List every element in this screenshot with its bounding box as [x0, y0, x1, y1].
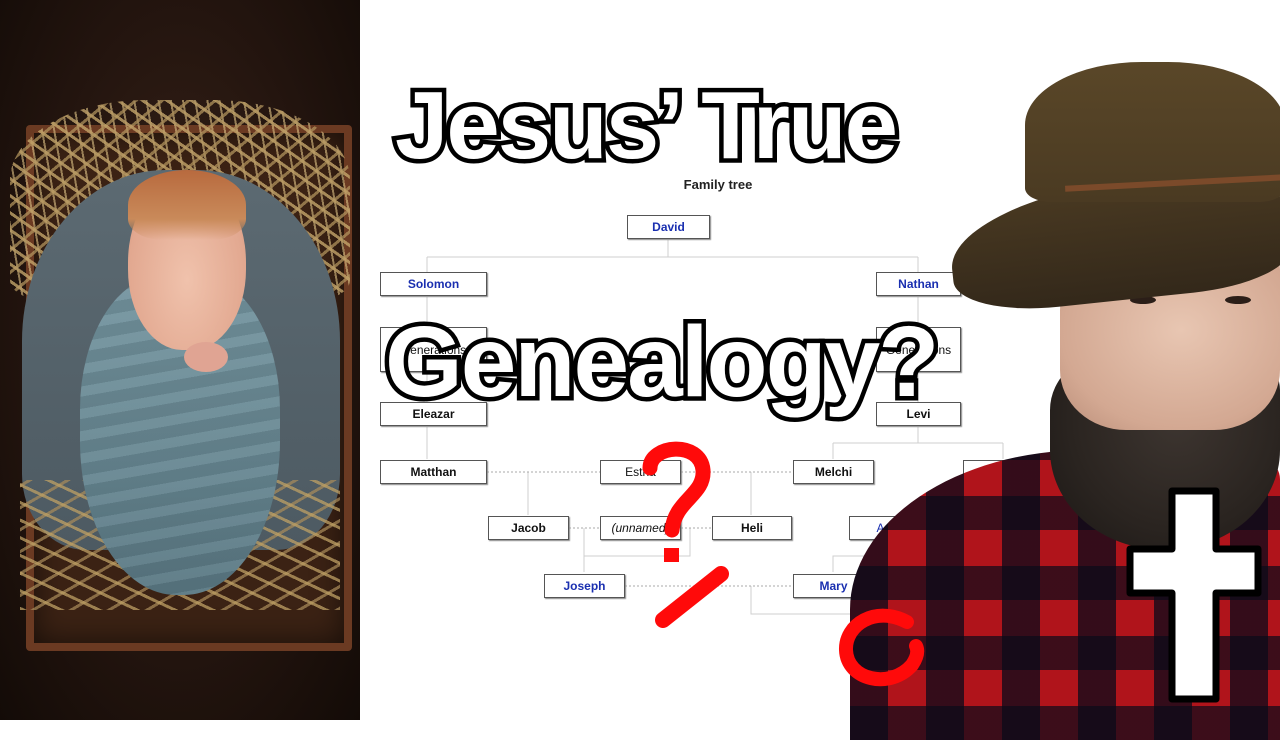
baby-manger-photo	[0, 0, 360, 720]
right-eye	[1225, 296, 1251, 304]
headline-line-2: Genealogy?	[380, 306, 943, 418]
baby-hair	[128, 170, 246, 240]
node-solomon[interactable]: Solomon	[380, 272, 487, 296]
node-estha[interactable]: Estha	[600, 460, 681, 484]
node-joseph[interactable]: Joseph	[544, 574, 625, 598]
node-jacob[interactable]: Jacob	[488, 516, 569, 540]
node-heli[interactable]: Heli	[712, 516, 792, 540]
node-unnamed: (unnamed)	[600, 516, 681, 540]
baby-hand	[184, 342, 228, 372]
node-david[interactable]: David	[627, 215, 710, 239]
node-matthan[interactable]: Matthan	[380, 460, 487, 484]
cross-icon	[1126, 487, 1262, 703]
headline-line-1: Jesus’ True	[391, 72, 903, 179]
